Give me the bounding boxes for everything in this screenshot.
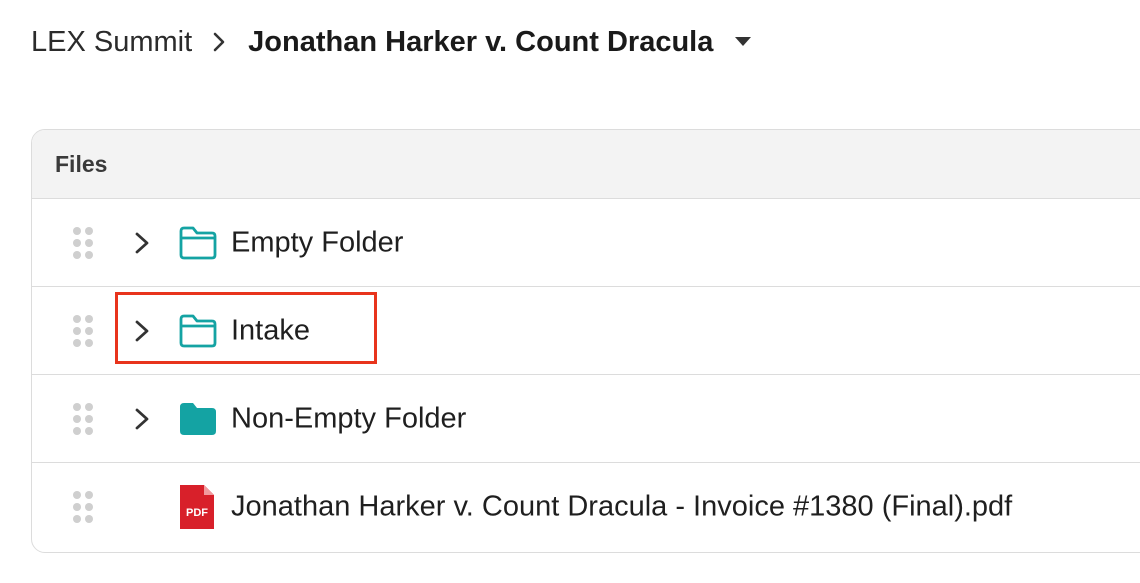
drag-handle-icon[interactable]: [72, 314, 94, 348]
file-name[interactable]: Empty Folder: [231, 226, 403, 259]
file-name[interactable]: Intake: [231, 314, 310, 347]
file-name[interactable]: Jonathan Harker v. Count Dracula - Invoi…: [231, 490, 1012, 523]
file-name[interactable]: Non-Empty Folder: [231, 402, 466, 435]
file-row[interactable]: PDF Jonathan Harker v. Count Dracula - I…: [32, 463, 1140, 550]
folder-filled-icon: [178, 401, 218, 437]
chevron-right-icon: [212, 31, 226, 53]
breadcrumb-current-matter[interactable]: Jonathan Harker v. Count Dracula: [248, 26, 713, 59]
expand-chevron-icon[interactable]: [132, 407, 152, 431]
file-row[interactable]: Intake: [32, 287, 1140, 375]
caret-down-icon[interactable]: [735, 37, 752, 47]
file-row[interactable]: Empty Folder: [32, 199, 1140, 287]
file-row[interactable]: Non-Empty Folder: [32, 375, 1140, 463]
drag-handle-icon[interactable]: [72, 226, 94, 260]
breadcrumb: LEX Summit Jonathan Harker v. Count Drac…: [31, 22, 752, 62]
expand-chevron-icon[interactable]: [132, 231, 152, 255]
breadcrumb-root-link[interactable]: LEX Summit: [31, 26, 192, 59]
files-header: Files: [32, 130, 1140, 199]
files-panel: Files Empty Folder Intake Non-Empty Fold…: [31, 129, 1140, 553]
folder-outline-icon: [178, 313, 218, 349]
drag-handle-icon[interactable]: [72, 490, 94, 524]
pdf-badge-text: PDF: [186, 507, 208, 519]
drag-handle-icon[interactable]: [72, 402, 94, 436]
pdf-file-icon: PDF: [180, 484, 214, 529]
expand-chevron-icon[interactable]: [132, 319, 152, 343]
file-browser-page: LEX Summit Jonathan Harker v. Count Drac…: [0, 0, 1140, 583]
folder-outline-icon: [178, 225, 218, 261]
